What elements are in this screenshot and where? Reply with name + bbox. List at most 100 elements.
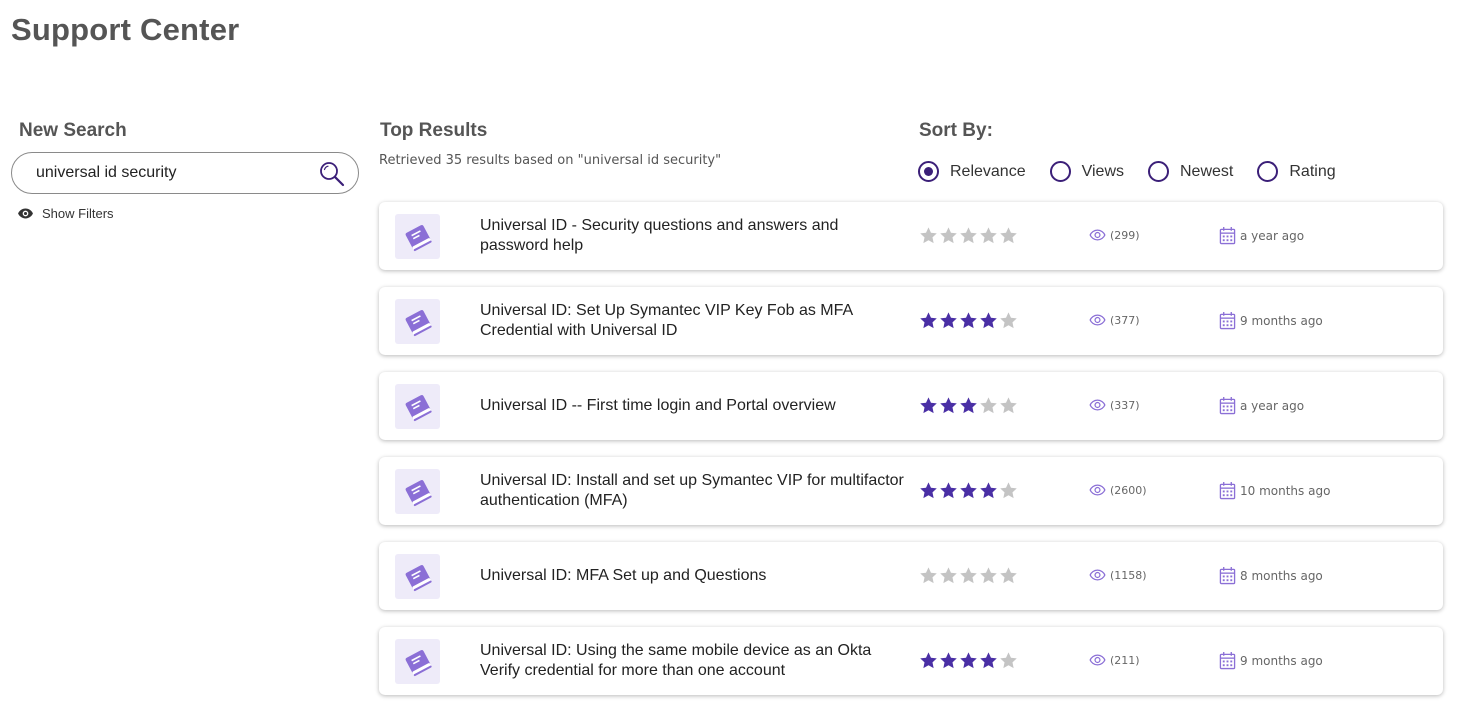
star-filled-icon xyxy=(940,482,957,499)
calendar-icon xyxy=(1219,397,1236,415)
book-icon xyxy=(405,479,432,506)
star-filled-icon xyxy=(980,652,997,669)
star-rating xyxy=(919,396,1018,415)
eye-icon xyxy=(1089,314,1106,326)
view-count-value: (337) xyxy=(1110,398,1140,412)
star-empty-icon xyxy=(940,227,957,244)
star-empty-icon xyxy=(980,567,997,584)
show-filters-toggle[interactable]: Show Filters xyxy=(17,205,114,222)
top-results-heading: Top Results xyxy=(380,120,488,141)
radio-button[interactable] xyxy=(918,161,939,182)
star-empty-icon xyxy=(1000,312,1017,329)
result-title: Universal ID -- First time login and Por… xyxy=(480,372,910,440)
view-count: (1158) xyxy=(1089,568,1147,582)
star-empty-icon xyxy=(1000,227,1017,244)
published-date-value: a year ago xyxy=(1240,398,1305,413)
star-filled-icon xyxy=(920,482,937,499)
published-date-value: a year ago xyxy=(1240,228,1305,243)
sort-option-newest[interactable]: Newest xyxy=(1148,161,1233,182)
radio-button[interactable] xyxy=(1049,161,1071,182)
star-empty-icon xyxy=(940,567,957,584)
page-title: Support Center xyxy=(11,12,240,47)
published-date: 10 months ago xyxy=(1219,481,1330,500)
star-empty-icon xyxy=(1000,567,1017,584)
star-filled-icon xyxy=(920,397,937,414)
book-icon xyxy=(405,564,432,591)
view-count: (2600) xyxy=(1089,483,1147,497)
result-title-link[interactable]: Universal ID - Security questions and an… xyxy=(480,216,910,256)
published-date-value: 9 months ago xyxy=(1240,653,1323,668)
view-count: (377) xyxy=(1089,313,1140,327)
sort-option-rating[interactable]: Rating xyxy=(1257,161,1336,182)
star-empty-icon xyxy=(960,227,977,244)
sort-option-views[interactable]: Views xyxy=(1049,161,1124,182)
published-date: a year ago xyxy=(1219,226,1304,245)
view-count-value: (2600) xyxy=(1110,483,1147,497)
article-icon-tile xyxy=(395,214,440,259)
book-icon xyxy=(405,224,432,251)
sort-option-relevance[interactable]: Relevance xyxy=(918,161,1026,182)
book-icon xyxy=(405,394,432,421)
result-title-link[interactable]: Universal ID: MFA Set up and Questions xyxy=(480,566,766,586)
star-empty-icon xyxy=(920,567,937,584)
result-title-link[interactable]: Universal ID -- First time login and Por… xyxy=(480,396,836,416)
published-date: 9 months ago xyxy=(1219,311,1323,330)
view-count-value: (211) xyxy=(1110,653,1140,667)
result-card[interactable]: Universal ID - Security questions and an… xyxy=(379,202,1443,270)
published-date-value: 10 months ago xyxy=(1240,483,1331,498)
article-icon-tile xyxy=(395,469,440,514)
result-card[interactable]: Universal ID: Install and set up Symante… xyxy=(379,457,1443,525)
eye-icon xyxy=(1089,484,1106,496)
article-icon-tile xyxy=(395,384,440,429)
radio-button[interactable] xyxy=(1257,161,1279,182)
star-filled-icon xyxy=(940,652,957,669)
view-count: (337) xyxy=(1089,398,1140,412)
search-icon[interactable] xyxy=(318,160,346,188)
view-count: (299) xyxy=(1089,228,1140,242)
calendar-icon xyxy=(1219,227,1236,245)
result-card[interactable]: Universal ID: Set Up Symantec VIP Key Fo… xyxy=(379,287,1443,355)
article-icon-tile xyxy=(395,299,440,344)
search-input[interactable] xyxy=(12,153,302,193)
result-title: Universal ID: Set Up Symantec VIP Key Fo… xyxy=(480,287,910,355)
result-card[interactable]: Universal ID: Using the same mobile devi… xyxy=(379,627,1443,695)
article-icon-tile xyxy=(395,554,440,599)
star-filled-icon xyxy=(940,397,957,414)
eye-icon xyxy=(18,208,33,219)
published-date: 9 months ago xyxy=(1219,651,1323,670)
result-title-link[interactable]: Universal ID: Using the same mobile devi… xyxy=(480,641,910,681)
result-card[interactable]: Universal ID -- First time login and Por… xyxy=(379,372,1443,440)
sort-options: Relevance Views Newest Rating xyxy=(918,161,1360,182)
star-filled-icon xyxy=(980,482,997,499)
result-title-link[interactable]: Universal ID: Set Up Symantec VIP Key Fo… xyxy=(480,301,910,341)
star-empty-icon xyxy=(980,397,997,414)
result-title: Universal ID - Security questions and an… xyxy=(480,202,910,270)
sort-option-label: Rating xyxy=(1289,162,1336,180)
radio-button[interactable] xyxy=(1148,161,1169,182)
star-filled-icon xyxy=(960,482,977,499)
sort-option-label: Views xyxy=(1081,162,1124,180)
eye-icon xyxy=(1089,229,1106,241)
book-icon xyxy=(405,649,432,676)
result-title-link[interactable]: Universal ID: Install and set up Symante… xyxy=(480,471,910,511)
star-empty-icon xyxy=(960,567,977,584)
published-date: 8 months ago xyxy=(1219,566,1323,585)
view-count-value: (1158) xyxy=(1110,568,1147,582)
star-rating xyxy=(919,481,1018,500)
results-summary: Retrieved 35 results based on "universal… xyxy=(379,153,722,168)
star-filled-icon xyxy=(920,652,937,669)
show-filters-label: Show Filters xyxy=(42,206,114,221)
calendar-icon xyxy=(1219,482,1236,500)
star-empty-icon xyxy=(1000,652,1017,669)
star-empty-icon xyxy=(980,227,997,244)
view-count-value: (377) xyxy=(1110,313,1140,327)
sort-option-label: Relevance xyxy=(950,162,1026,180)
star-rating xyxy=(919,311,1018,330)
calendar-icon xyxy=(1219,652,1236,670)
result-card[interactable]: Universal ID: MFA Set up and Questions (1… xyxy=(379,542,1443,610)
sort-by-heading: Sort By: xyxy=(919,120,993,141)
search-box xyxy=(11,152,359,194)
calendar-icon xyxy=(1219,312,1236,330)
published-date-value: 9 months ago xyxy=(1240,313,1323,328)
article-icon-tile xyxy=(395,639,440,684)
